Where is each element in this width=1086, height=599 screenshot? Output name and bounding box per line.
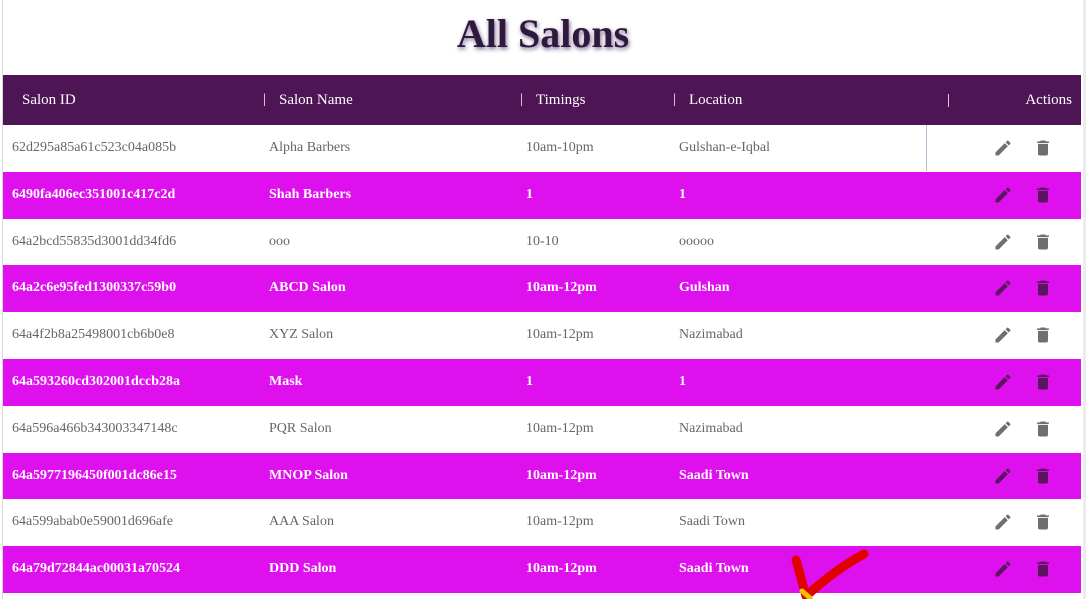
timings-cell: 1 bbox=[526, 186, 533, 202]
salon-name-cell: DDD Salon bbox=[269, 561, 337, 577]
header-actions: Actions bbox=[1025, 92, 1072, 108]
delete-icon[interactable] bbox=[1032, 231, 1054, 253]
salon-id-cell: 64a4f2b8a25498001cb6b0e8 bbox=[12, 327, 175, 343]
header-location: | Location bbox=[673, 75, 742, 125]
salon-name-cell: PQR Salon bbox=[269, 420, 332, 436]
location-cell: Gulshan bbox=[679, 280, 730, 296]
table-row: 6490fa406ec351001c417c2d Shah Barbers 1 1 bbox=[3, 171, 1081, 219]
location-cell: Nazimabad bbox=[679, 327, 743, 343]
salon-name-cell: Alpha Barbers bbox=[269, 140, 351, 155]
header-salon-name: | Salon Name bbox=[263, 75, 353, 125]
edit-icon[interactable] bbox=[992, 465, 1014, 487]
location-cell: 1 bbox=[679, 186, 686, 202]
salon-id-cell: 64a593260cd302001dccb28a bbox=[12, 373, 180, 389]
edit-icon[interactable] bbox=[992, 184, 1014, 206]
table-row: 64a593260cd302001dccb28a Mask 1 1 bbox=[3, 358, 1081, 406]
edit-icon[interactable] bbox=[992, 137, 1014, 159]
edit-icon[interactable] bbox=[992, 231, 1014, 253]
header-separator: | bbox=[263, 92, 266, 107]
salon-name-cell: ooo bbox=[269, 233, 290, 249]
table-row: 64a5977196450f001dc86e15 MNOP Salon 10am-1… bbox=[3, 452, 1081, 500]
salon-name-cell: XYZ Salon bbox=[269, 327, 334, 343]
table-row: 64a2bcd55835d3001dd34fd6 ooo 10-10 ooooo bbox=[3, 218, 1081, 266]
table-row: 64a2c6e95fed1300337c59b0 ABCD Salon 10am-1… bbox=[3, 265, 1081, 313]
timings-cell: 10am-12pm bbox=[526, 561, 597, 577]
salon-name-cell: AAA Salon bbox=[269, 514, 334, 530]
salons-table: Salon ID | Salon Name | Timings | Location … bbox=[3, 75, 1081, 593]
timings-cell: 10am-12pm bbox=[526, 327, 594, 343]
edit-icon[interactable] bbox=[992, 277, 1014, 299]
location-cell: Saadi Town bbox=[679, 467, 749, 483]
salon-id-cell: 64a2bcd55835d3001dd34fd6 bbox=[12, 233, 177, 249]
salon-id-cell: 64a599abab0e59001d696afe bbox=[12, 514, 173, 530]
salon-name-cell: Shah Barbers bbox=[269, 186, 352, 202]
location-cell: Gulshan-e-Iqbal bbox=[679, 140, 770, 155]
page-title: All Salons bbox=[456, 11, 630, 56]
timings-cell: 10am-12pm bbox=[526, 467, 597, 483]
location-cell: 1 bbox=[679, 373, 686, 389]
edit-icon[interactable] bbox=[992, 511, 1014, 533]
timings-cell: 10am-12pm bbox=[526, 514, 594, 530]
column-divider bbox=[926, 125, 927, 171]
timings-cell: 10am-12pm bbox=[526, 420, 594, 436]
delete-icon[interactable] bbox=[1032, 324, 1054, 346]
header-separator: | bbox=[947, 92, 951, 108]
edit-icon[interactable] bbox=[992, 324, 1014, 346]
header-separator: | bbox=[673, 92, 676, 107]
table-row: 64a79d72844ac00031a70524 DDD Salon 10am-12… bbox=[3, 546, 1081, 593]
salon-id-cell: 64a79d72844ac00031a70524 bbox=[12, 561, 180, 577]
delete-icon[interactable] bbox=[1032, 277, 1054, 299]
edit-icon[interactable] bbox=[992, 371, 1014, 393]
salon-id-cell: 64a5977196450f001dc86e15 bbox=[12, 467, 177, 483]
edit-icon[interactable] bbox=[992, 558, 1014, 580]
salon-name-cell: MNOP Salon bbox=[269, 467, 348, 483]
header-separator: | bbox=[520, 92, 523, 107]
location-cell: ooooo bbox=[679, 233, 714, 249]
edit-icon[interactable] bbox=[992, 418, 1014, 440]
location-cell: Nazimabad bbox=[679, 420, 743, 436]
delete-icon[interactable] bbox=[1032, 558, 1054, 580]
salon-id-cell: 64a596a466b343003347148c bbox=[12, 420, 178, 436]
location-cell: Saadi Town bbox=[679, 561, 749, 577]
salon-id-cell: 6490fa406ec351001c417c2d bbox=[12, 186, 176, 202]
salon-name-cell: Mask bbox=[269, 373, 303, 389]
table-row: 64a596a466b343003347148c PQR Salon 10am-12… bbox=[3, 405, 1081, 453]
header-timings: | Timings bbox=[520, 75, 585, 125]
header-salon-id: Salon ID bbox=[22, 92, 76, 108]
timings-cell: 10-10 bbox=[526, 233, 559, 249]
timings-cell: 1 bbox=[526, 373, 533, 389]
table-row: 64a599abab0e59001d696afe AAA Salon 10am-12… bbox=[3, 499, 1081, 547]
salon-id-cell: 62d295a85a61c523c04a085b bbox=[12, 140, 177, 155]
delete-icon[interactable] bbox=[1032, 511, 1054, 533]
table-header: Salon ID | Salon Name | Timings | Location … bbox=[3, 75, 1081, 125]
location-cell: Saadi Town bbox=[679, 514, 746, 530]
delete-icon[interactable] bbox=[1032, 465, 1054, 487]
table-body: 62d295a85a61c523c04a085b Alpha Barbers 10a… bbox=[3, 125, 1081, 593]
delete-icon[interactable] bbox=[1032, 418, 1054, 440]
timings-cell: 10am-10pm bbox=[526, 140, 594, 155]
salon-id-cell: 64a2c6e95fed1300337c59b0 bbox=[12, 280, 177, 296]
delete-icon[interactable] bbox=[1032, 184, 1054, 206]
timings-cell: 10am-12pm bbox=[526, 280, 597, 296]
table-row: 64a4f2b8a25498001cb6b0e8 XYZ Salon 10am-12… bbox=[3, 312, 1081, 359]
salon-name-cell: ABCD Salon bbox=[269, 280, 346, 296]
delete-icon[interactable] bbox=[1032, 137, 1054, 159]
table-row: 62d295a85a61c523c04a085b Alpha Barbers 10a… bbox=[3, 125, 1081, 172]
delete-icon[interactable] bbox=[1032, 371, 1054, 393]
